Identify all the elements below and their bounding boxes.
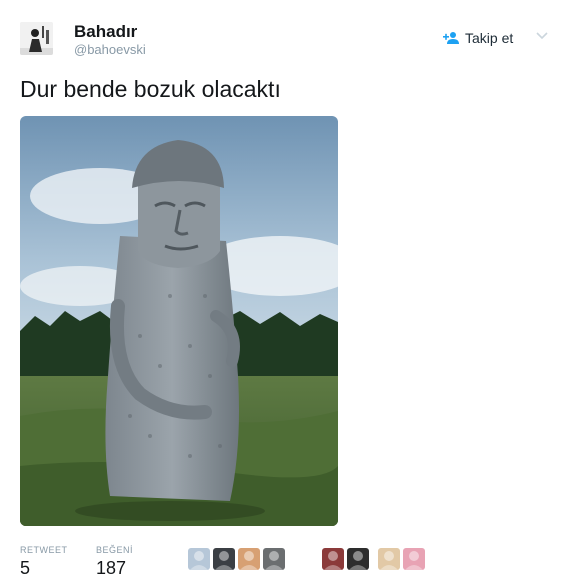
avatar[interactable] [20,22,53,55]
photo-stone-statue-icon [20,116,338,526]
liker-avatar-5[interactable] [322,548,344,570]
follow-user-icon [443,32,459,44]
follow-label: Takip et [465,30,514,46]
liker-avatar-2[interactable] [213,548,235,570]
profile-photo-icon [20,22,53,55]
like-label: BEĞENİ [96,545,134,555]
liker-avatar-6[interactable] [347,548,369,570]
tweet-text: Dur bende bozuk olacaktı [20,76,281,102]
retweet-count[interactable]: 5 [20,558,30,579]
user-handle[interactable]: @bahoevski [74,42,146,57]
follow-button[interactable]: Takip et [443,30,513,46]
liker-avatar-8[interactable] [403,548,425,570]
chevron-down-icon[interactable] [536,32,548,40]
liker-avatar-4[interactable] [263,548,285,570]
retweet-label: RETWEET [20,545,68,555]
liker-avatar-1[interactable] [188,548,210,570]
user-display-name[interactable]: Bahadır [74,22,137,42]
tweet-photo[interactable] [20,116,338,526]
like-count[interactable]: 187 [96,558,126,579]
liker-avatar-3[interactable] [238,548,260,570]
liker-avatar-7[interactable] [378,548,400,570]
